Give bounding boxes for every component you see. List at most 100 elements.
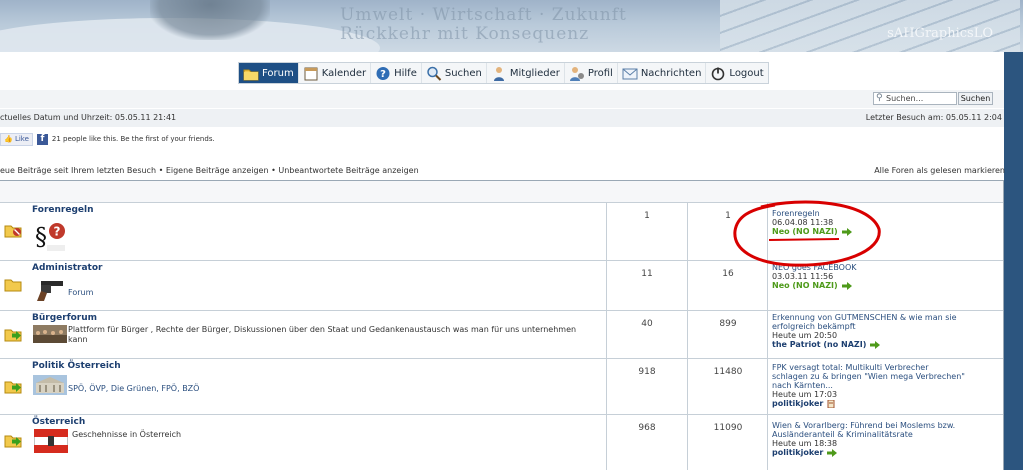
forum-description: SPÖ, ÖVP, Die Grünen, FPÖ, BZÖ xyxy=(68,384,200,393)
last-post-title[interactable]: Wien & Vorarlberg: Führend bei Moslems b… xyxy=(772,421,955,430)
last-post-date: Heute um 18:38 xyxy=(772,439,838,448)
go-to-post-arrow-icon[interactable] xyxy=(841,281,852,290)
topic-count: 1 xyxy=(644,211,650,221)
nav-nachrichten[interactable]: Nachrichten xyxy=(618,63,707,83)
post-links[interactable]: eue Beiträge seit Ihrem letzten Besuch •… xyxy=(0,163,419,179)
forum-row[interactable]: Österreich Geschehnisse in Österreich 96… xyxy=(0,415,1003,470)
power-icon xyxy=(712,67,725,80)
nav-mitglieder-label: Mitglieder xyxy=(509,67,560,79)
topic-count: 40 xyxy=(641,319,653,329)
column-divider xyxy=(767,359,768,415)
last-post-title[interactable]: erfolgreich bekämpft xyxy=(772,322,957,331)
topic-count: 11 xyxy=(641,269,653,279)
forum-description: Plattform für Bürger , Rechte der Bürger… xyxy=(68,325,598,345)
last-post-title[interactable]: Erkennung von GUTMENSCHEN & wie man sie xyxy=(772,313,957,322)
go-to-post-arrow-icon[interactable] xyxy=(870,340,881,349)
folder-icon xyxy=(243,69,259,80)
nav-hilfe[interactable]: ? Hilfe xyxy=(371,63,422,83)
facebook-like-count: 21 people like this. Be the first of you… xyxy=(51,135,215,143)
go-to-post-small-icon[interactable] xyxy=(827,399,837,408)
last-post-title[interactable]: Ausländeranteil & Kriminalitätsrate xyxy=(772,430,955,439)
banner-ghost-line-2: Rückkehr mit Konsequenz xyxy=(340,24,590,44)
forum-row[interactable]: Bürgerforum Plattform für Bürger , Recht… xyxy=(0,311,1003,359)
last-post: Erkennung von GUTMENSCHEN & wie man sie … xyxy=(772,313,957,349)
nav-forum-label: Forum xyxy=(262,67,294,79)
search-button[interactable]: Suchen xyxy=(958,92,993,105)
search-icon xyxy=(427,66,442,81)
go-to-post-arrow-icon[interactable] xyxy=(827,448,838,457)
mark-all-read-link[interactable]: Alle Foren als gelesen markieren xyxy=(874,163,1005,179)
nav-forum[interactable]: Forum xyxy=(239,63,299,83)
nav-suchen-label: Suchen xyxy=(444,67,482,79)
forum-title[interactable]: Österreich xyxy=(32,417,85,427)
profile-icon xyxy=(569,66,584,81)
crowd-image xyxy=(33,325,67,343)
search-placeholder: Suchen... xyxy=(886,94,924,103)
last-visit: Letzter Besuch am: 05.05.11 2:04 xyxy=(865,113,1002,122)
column-divider xyxy=(767,415,768,470)
parliament-image xyxy=(33,375,67,395)
paragraph-question-icon: §? xyxy=(35,223,65,251)
facebook-like-bar: 👍 Like f 21 people like this. Be the fir… xyxy=(0,132,215,146)
last-post-title[interactable]: nach Kärnten... xyxy=(772,381,965,390)
austria-flag-image xyxy=(34,429,68,453)
forum-title[interactable]: Bürgerforum xyxy=(32,313,97,323)
facebook-icon: f xyxy=(36,133,48,145)
svg-text:§: § xyxy=(35,223,47,251)
nav-mitglieder[interactable]: Mitglieder xyxy=(487,63,565,83)
search-input[interactable]: ⚲ Suchen... xyxy=(873,92,957,105)
nav-profil-label: Profil xyxy=(587,67,613,79)
nav-kalender[interactable]: Kalender xyxy=(299,63,372,83)
forum-title[interactable]: Politik Österreich xyxy=(32,361,121,371)
last-post-date: Heute um 17:03 xyxy=(772,390,838,399)
column-divider xyxy=(767,311,768,359)
facebook-like-button[interactable]: 👍 Like xyxy=(0,132,33,146)
search-row: ⚲ Suchen... Suchen xyxy=(0,90,1004,108)
members-icon xyxy=(493,66,504,81)
date-line: ctuelles Datum und Uhrzeit: 05.05.11 21:… xyxy=(0,109,1004,127)
forum-title[interactable]: Forenregeln xyxy=(32,205,94,215)
post-count: 899 xyxy=(719,319,737,329)
banner-globe xyxy=(150,0,270,40)
last-post-title[interactable]: schlagen zu & bringen "Wien mega Verbrec… xyxy=(772,372,965,381)
last-post-user[interactable]: the Patriot (no NAZI) xyxy=(772,340,866,349)
forum-title[interactable]: Administrator xyxy=(32,263,102,273)
last-post-date: 03.03.11 11:56 xyxy=(772,272,834,281)
nav-logout-label: Logout xyxy=(729,67,764,79)
nav-nachrichten-label: Nachrichten xyxy=(640,67,702,79)
forum-description: Geschehnisse in Österreich xyxy=(72,430,182,439)
thumbs-up-icon: 👍 xyxy=(4,134,13,143)
nav-suchen[interactable]: Suchen xyxy=(422,63,487,83)
header-banner: Umwelt · Wirtschaft · Zukunft Rückkehr m… xyxy=(0,0,1023,52)
nav-hilfe-label: Hilfe xyxy=(394,67,417,79)
folder-new-posts-icon xyxy=(4,329,22,342)
banner-ghost-line-1: Umwelt · Wirtschaft · Zukunft xyxy=(340,5,627,25)
revolver-image xyxy=(37,281,63,301)
facebook-like-label: Like xyxy=(14,134,29,143)
last-post-title[interactable]: FPK versagt total: Multikulti Verbrecher xyxy=(772,363,965,372)
current-datetime: ctuelles Datum und Uhrzeit: 05.05.11 21:… xyxy=(0,113,177,122)
forum-description-line: kann xyxy=(68,335,88,344)
last-post-user[interactable]: Neo (NO NAZI) xyxy=(772,281,838,290)
last-post: FPK versagt total: Multikulti Verbrecher… xyxy=(772,363,965,408)
help-icon: ? xyxy=(376,66,390,80)
forum-description: Forum xyxy=(68,288,94,297)
last-post-user[interactable]: politikjoker xyxy=(772,448,823,457)
folder-new-posts-icon xyxy=(4,381,22,394)
envelope-icon xyxy=(622,68,638,79)
last-post-user[interactable]: politikjoker xyxy=(772,399,823,408)
calendar-icon xyxy=(304,67,318,80)
post-count: 11480 xyxy=(713,367,743,377)
last-post: Wien & Vorarlberg: Führend bei Moslems b… xyxy=(772,421,955,457)
nav-logout[interactable]: Logout xyxy=(706,63,767,83)
topic-count: 918 xyxy=(638,367,656,377)
forum-row[interactable]: Politik Österreich SPÖ, ÖVP, Die Grünen,… xyxy=(0,359,1003,415)
search-small-icon: ⚲ xyxy=(876,93,883,103)
post-links-bar: eue Beiträge seit Ihrem letzten Besuch •… xyxy=(0,163,1005,179)
red-annotation-ellipse xyxy=(733,200,881,267)
post-count: 11090 xyxy=(713,423,743,433)
nav-kalender-label: Kalender xyxy=(321,67,367,79)
banner-logo: sAHGraphicsLO xyxy=(887,26,993,41)
svg-text:?: ? xyxy=(380,69,386,80)
nav-profil[interactable]: Profil xyxy=(565,63,618,83)
